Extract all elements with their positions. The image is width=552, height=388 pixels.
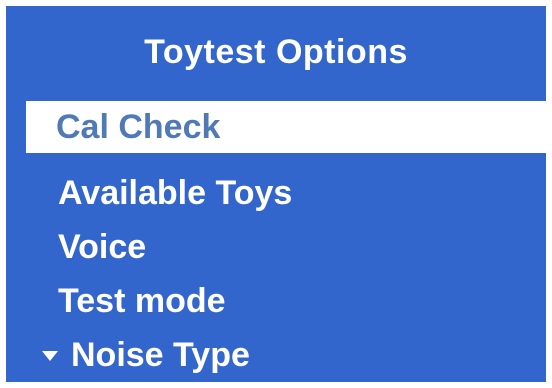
menu-item-label: Test mode (58, 282, 226, 320)
menu-item-label: Available Toys (58, 174, 293, 212)
toytest-options-screen: Toytest Options Cal Check Available Toys… (6, 6, 546, 382)
page-title: Toytest Options (144, 33, 408, 71)
menu-item-available-toys[interactable]: Available Toys (26, 167, 546, 219)
menu-item-cal-check[interactable]: Cal Check (26, 101, 546, 153)
menu-item-voice[interactable]: Voice (26, 221, 546, 273)
menu-item-label: Noise Type (71, 336, 250, 374)
down-arrow-icon (42, 351, 58, 361)
menu-item-noise-type[interactable]: Noise Type (26, 329, 546, 381)
menu-item-label: Cal Check (56, 108, 221, 146)
menu-item-test-mode[interactable]: Test mode (26, 275, 546, 327)
menu-item-label: Voice (58, 228, 147, 266)
